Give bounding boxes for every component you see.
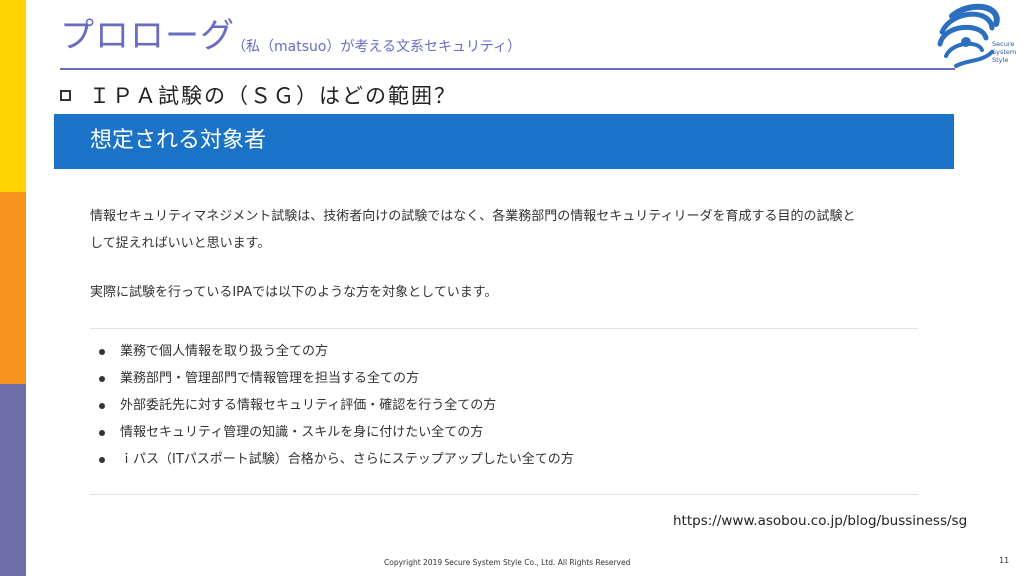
logo-text-line: System [992,48,1017,56]
list-item: ｉパス（ITパスポート試験）合格から、さらにステップアップしたい全ての方 [90,452,574,479]
embedded-web-snapshot: 想定される対象者 情報セキュリティマネジメント試験は、技術者向けの試験ではなく、… [54,114,954,496]
page-number: 11 [999,556,1010,565]
logo-text-line: Style [992,56,1009,64]
list-item-text: 業務部門・管理部門で情報管理を担当する全ての方 [120,371,420,386]
copyright-notice: Copyright 2019 Secure System Style Co., … [384,558,631,567]
side-stripe-orange [0,192,26,384]
slide-title: プロローグ [60,16,235,56]
target-intro: 実際に試験を行っているIPAでは以下のような方を対象としています。 [90,285,498,300]
bullet-dot-icon [99,403,105,409]
list-item-text: 業務で個人情報を取り扱う全ての方 [120,344,329,359]
intro-line-1: 情報セキュリティマネジメント試験は、技術者向けの試験ではなく、各業務部門の情報セ… [90,209,856,224]
main-bullet: ＩＰＡ試験の（ＳＧ）はどの範囲？ [60,80,457,110]
panel-heading: 想定される対象者 [90,128,267,153]
list-item-text: ｉパス（ITパスポート試験）合格から、さらにステップアップしたい全ての方 [120,452,574,467]
list-item: 業務で個人情報を取り扱う全ての方 [90,344,574,371]
list-item: 外部委託先に対する情報セキュリティ評価・確認を行う全ての方 [90,398,574,425]
bullet-dot-icon [99,457,105,463]
side-stripe-yellow [0,0,26,192]
bullet-dot-icon [99,349,105,355]
logo-text-line: Secure [992,40,1015,48]
panel-header: 想定される対象者 [54,114,954,169]
list-item: 情報セキュリティ管理の知識・スキルを身に付けたい全ての方 [90,425,574,452]
bullet-dot-icon [99,376,105,382]
source-url: https://www.asobou.co.jp/blog/bussiness/… [673,513,968,529]
bullet-dot-icon [99,430,105,436]
panel-bottom-divider [90,494,918,495]
intro-line-2: して捉えればいいと思います。 [90,236,271,251]
side-stripe-purple [0,384,26,576]
list-item-text: 外部委託先に対する情報セキュリティ評価・確認を行う全ての方 [120,398,497,413]
list-item-text: 情報セキュリティ管理の知識・スキルを身に付けたい全ての方 [120,425,484,440]
logo-text: Secure System Style [992,40,1016,64]
panel-divider [90,328,918,329]
target-list: 業務で個人情報を取り扱う全ての方 業務部門・管理部門で情報管理を担当する全ての方… [90,344,574,479]
square-bullet-icon [60,89,71,101]
main-bullet-text: ＩＰＡ試験の（ＳＧ）はどの範囲？ [89,84,457,108]
slide-subtitle: （私（matsuo）が考える文系セキュリティ） [232,39,522,55]
title-underline [60,68,955,70]
list-item: 業務部門・管理部門で情報管理を担当する全ての方 [90,371,574,398]
